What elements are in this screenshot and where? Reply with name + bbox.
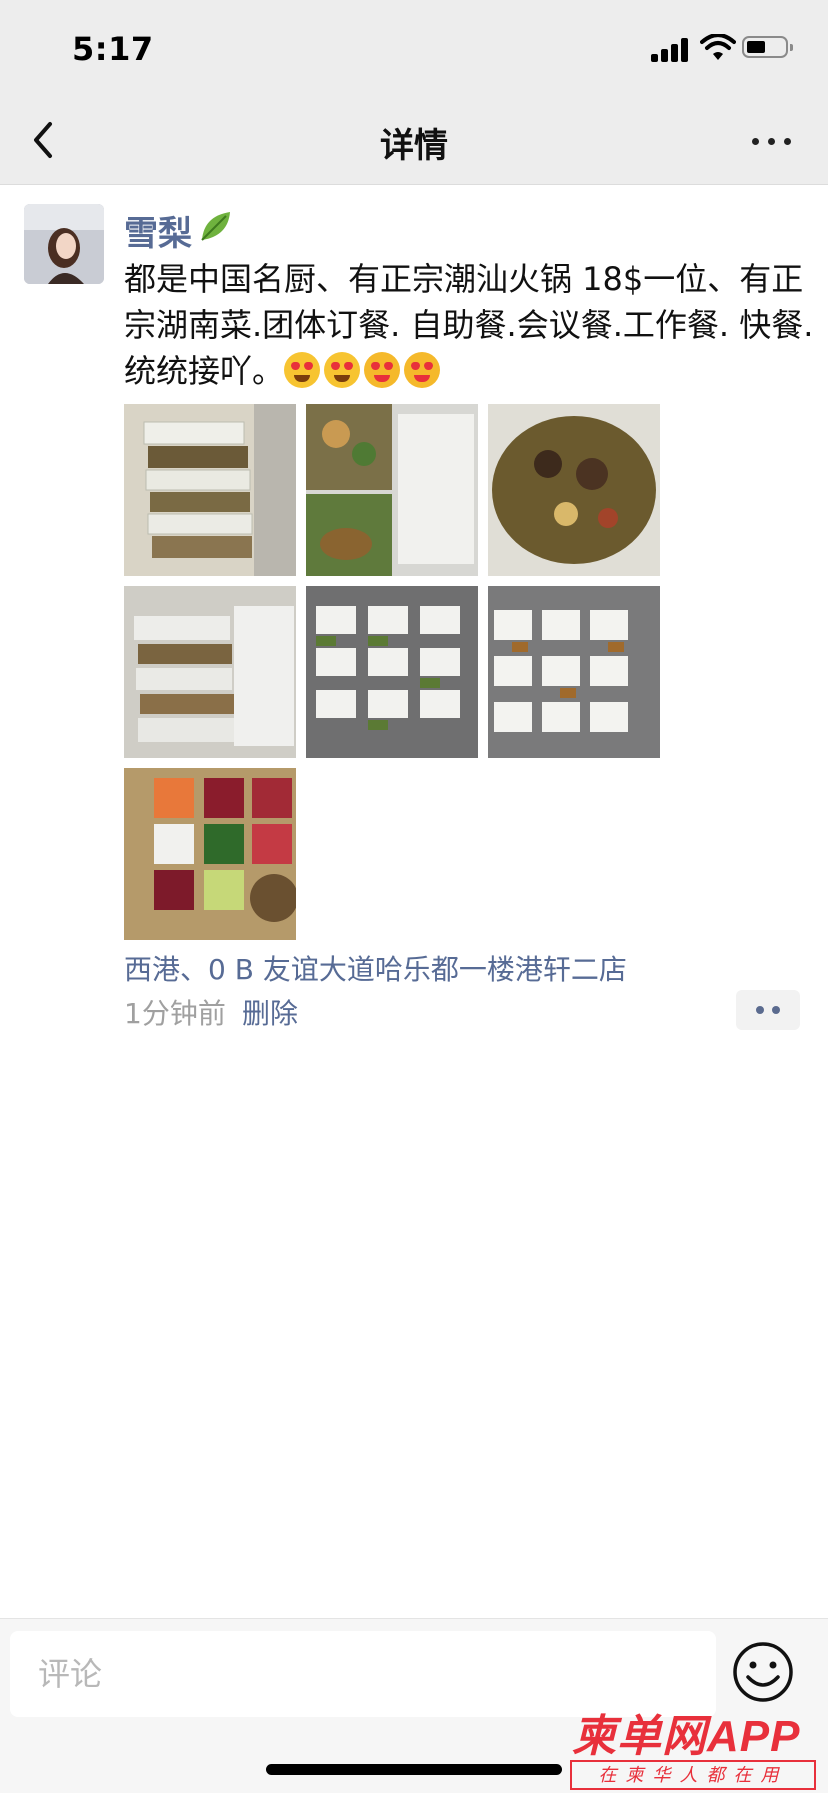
emoji-picker-icon[interactable] bbox=[732, 1641, 794, 1703]
page-title: 详情 bbox=[380, 126, 448, 166]
post-actions-button[interactable] bbox=[736, 990, 800, 1030]
heart-eyes-emoji-icon bbox=[324, 352, 361, 388]
post-content: 都是中国名厨、有正宗潮汕火锅 18$一位、有正宗湖南菜.团体订餐. 自助餐.会议… bbox=[124, 256, 814, 394]
post-photo-stacked-boxes[interactable] bbox=[124, 404, 296, 576]
post-text: 都是中国名厨、有正宗潮汕火锅 18$一位、有正宗湖南菜.团体订餐. 自助餐.会议… bbox=[124, 260, 814, 390]
post-photo-meal-table[interactable] bbox=[488, 586, 660, 758]
avatar[interactable] bbox=[24, 204, 104, 284]
post-photo-containers[interactable] bbox=[124, 586, 296, 758]
post-photo-stew[interactable] bbox=[488, 404, 660, 576]
post-photo-meal-rows[interactable] bbox=[306, 586, 478, 758]
post-location[interactable]: 西港、0 B 友谊大道哈乐都一楼港轩二店 bbox=[124, 948, 627, 988]
watermark-main-text: 柬单网APP bbox=[572, 1712, 801, 1761]
leaf-emoji-icon bbox=[201, 212, 230, 241]
heart-eyes-emoji-icon bbox=[284, 352, 321, 388]
home-indicator[interactable] bbox=[266, 1764, 562, 1775]
post-photo-hotpot[interactable] bbox=[124, 768, 296, 940]
more-options-icon[interactable] bbox=[748, 124, 796, 160]
navigation-header: 5:17 详情 bbox=[0, 0, 828, 185]
post-timestamp: 1分钟前 bbox=[124, 997, 226, 1030]
cellular-signal-icon bbox=[651, 38, 691, 62]
watermark-logo: 柬单网APP 在柬华人都在用 bbox=[566, 1700, 824, 1790]
delete-link[interactable]: 删除 bbox=[242, 992, 298, 1032]
yum-emoji-icon bbox=[364, 352, 401, 388]
post-author-name[interactable]: 雪梨 bbox=[124, 206, 192, 255]
battery-icon bbox=[742, 36, 793, 58]
status-time: 5:17 bbox=[72, 30, 154, 68]
watermark-tagline: 在柬华人都在用 bbox=[570, 1760, 816, 1790]
post-photo-meal-tray[interactable] bbox=[306, 404, 478, 576]
yum-emoji-icon bbox=[404, 352, 441, 388]
wifi-icon bbox=[700, 34, 736, 60]
